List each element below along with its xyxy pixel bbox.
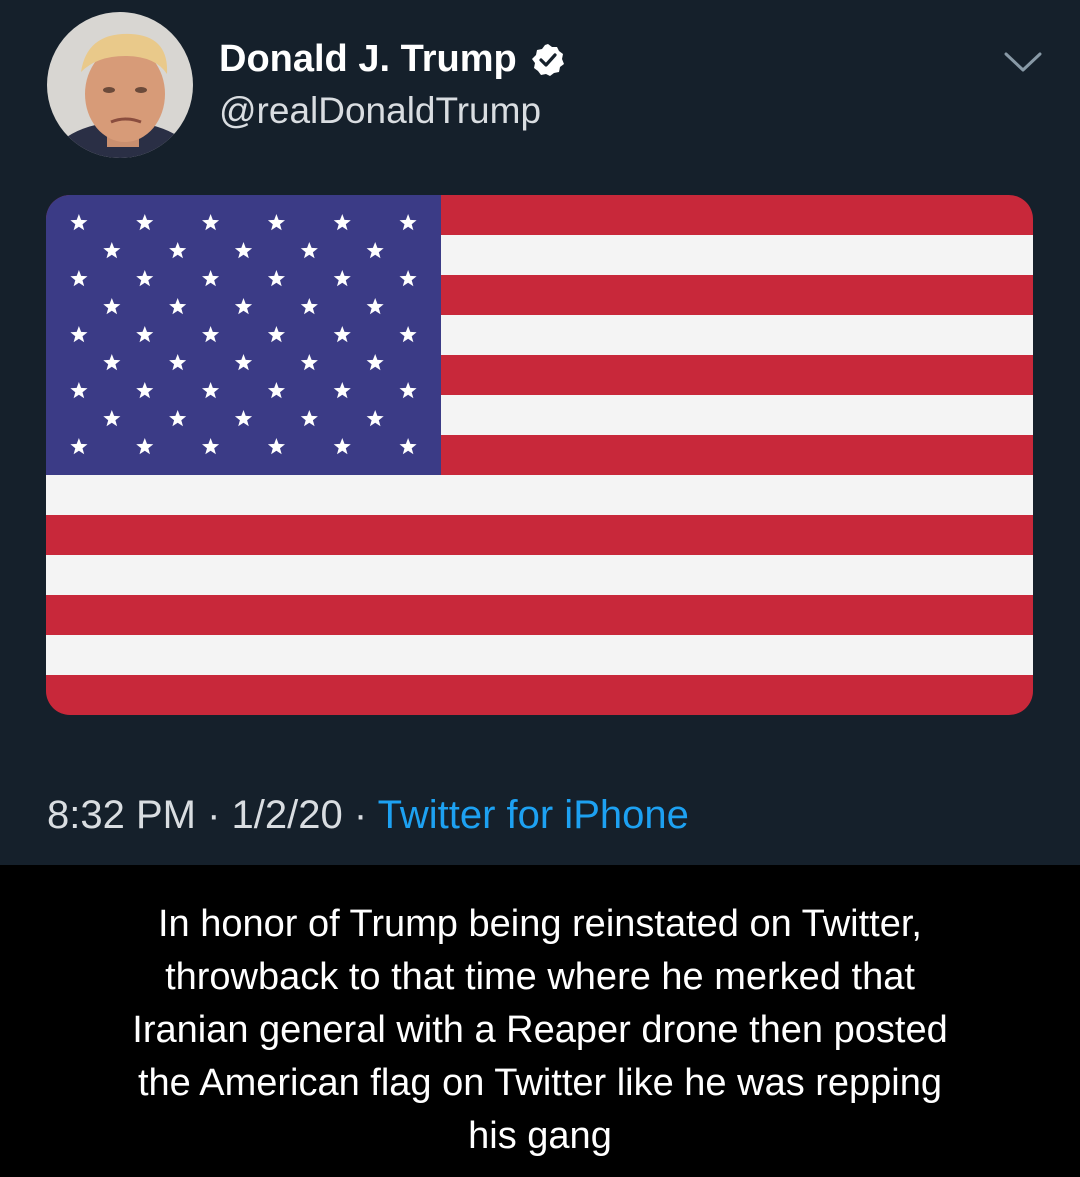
caption-line: Iranian general with a Reaper drone then…	[132, 1009, 948, 1051]
chevron-down-icon[interactable]	[1002, 49, 1044, 75]
meta-separator: ·	[353, 793, 368, 837]
tweet-card: Donald J. Trump @realDonaldTrump 8:32 PM…	[0, 0, 1080, 865]
meme-caption: In honor of Trump being reinstated on Tw…	[30, 898, 1050, 1163]
flag-stripe	[46, 595, 1033, 636]
flag-stripe	[46, 635, 1033, 676]
author-display-name[interactable]: Donald J. Trump	[219, 38, 517, 81]
flag-stripe	[46, 675, 1033, 715]
tweet-date[interactable]: 1/2/20	[232, 793, 343, 837]
flag-stripe	[46, 515, 1033, 556]
verified-badge-icon	[531, 43, 564, 76]
caption-line: throwback to that time where he merked t…	[165, 956, 915, 998]
caption-line: In honor of Trump being reinstated on Tw…	[158, 903, 922, 945]
flag-canton	[46, 195, 441, 475]
meta-separator: ·	[207, 793, 221, 837]
tweet-metadata: 8:32 PM · 1/2/20 · Twitter for iPhone	[47, 793, 689, 838]
tweet-time: 8:32 PM	[47, 793, 196, 837]
avatar-portrait-image	[47, 12, 193, 158]
caption-line: his gang	[468, 1115, 612, 1157]
flag-stripe	[46, 475, 1033, 516]
author-handle[interactable]: @realDonaldTrump	[219, 90, 541, 132]
author-name-row: Donald J. Trump	[219, 38, 565, 81]
caption-line: the American flag on Twitter like he was…	[137, 1062, 943, 1104]
profile-avatar[interactable]	[47, 12, 193, 158]
american-flag-image[interactable]	[46, 195, 1033, 715]
flag-stripe	[46, 555, 1033, 596]
tweet-source-link[interactable]: Twitter for iPhone	[378, 793, 689, 837]
